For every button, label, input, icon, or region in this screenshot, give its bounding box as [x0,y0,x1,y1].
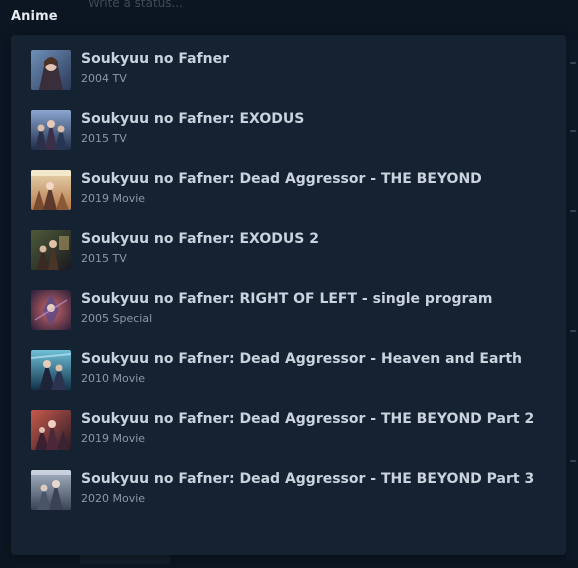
result-item[interactable]: Soukyuu no Fafner: RIGHT OF LEFT - singl… [31,290,566,350]
result-title: Soukyuu no Fafner: Dead Aggressor - THE … [81,171,482,187]
result-meta: 2019 Movie [81,192,146,205]
cover-art-thumbnail [31,470,71,510]
cover-art-thumbnail [31,410,71,450]
background-tick [570,210,576,212]
cover-art-thumbnail-image [31,290,71,330]
result-meta: 2005 Special [81,312,153,325]
cover-art-thumbnail-image [31,230,71,270]
result-meta: 2004 TV [81,72,127,85]
results-list: Soukyuu no Fafner 2004 TV Soukyuu no Faf… [31,50,566,530]
result-title: Soukyuu no Fafner: EXODUS 2 [81,231,319,247]
status-input-placeholder: Write a status... [88,0,183,10]
cover-art-thumbnail-image [31,350,71,390]
result-title: Soukyuu no Fafner: Dead Aggressor - THE … [81,471,535,487]
result-item[interactable]: Soukyuu no Fafner: Dead Aggressor - THE … [31,170,566,230]
result-item[interactable]: Soukyuu no Fafner: Dead Aggressor - THE … [31,470,566,530]
search-results-panel: Soukyuu no Fafner 2004 TV Soukyuu no Faf… [11,35,566,555]
cover-art-thumbnail-image [31,410,71,450]
result-meta: 2019 Movie [81,432,146,445]
background-tick [570,62,576,64]
background-tick [570,130,576,132]
cover-art-thumbnail [31,110,71,150]
result-item[interactable]: Soukyuu no Fafner: EXODUS 2015 TV [31,110,566,170]
search-overlay: Write a status... Anime Soukyuu no Fafne… [0,0,578,568]
result-title: Soukyuu no Fafner: Dead Aggressor - Heav… [81,351,522,367]
result-meta: 2015 TV [81,132,127,145]
result-meta: 2020 Movie [81,492,146,505]
result-item[interactable]: Soukyuu no Fafner 2004 TV [31,50,566,110]
result-title: Soukyuu no Fafner: EXODUS [81,111,305,127]
background-tick [570,330,576,332]
result-item[interactable]: Soukyuu no Fafner: EXODUS 2 2015 TV [31,230,566,290]
result-title: Soukyuu no Fafner: RIGHT OF LEFT - singl… [81,291,493,307]
background-tick [570,460,576,462]
result-title: Soukyuu no Fafner [81,51,230,67]
cover-art-thumbnail-image [31,170,71,210]
cover-art-thumbnail [31,50,71,90]
cover-art-thumbnail [31,170,71,210]
result-item[interactable]: Soukyuu no Fafner: Dead Aggressor - THE … [31,410,566,470]
cover-art-thumbnail [31,350,71,390]
section-heading-anime: Anime [11,9,58,24]
result-meta: 2015 TV [81,252,127,265]
result-title: Soukyuu no Fafner: Dead Aggressor - THE … [81,411,535,427]
cover-art-thumbnail-image [31,110,71,150]
result-meta: 2010 Movie [81,372,146,385]
background-feed-edge [566,40,578,560]
cover-art-thumbnail [31,290,71,330]
result-item[interactable]: Soukyuu no Fafner: Dead Aggressor - Heav… [31,350,566,410]
cover-art-thumbnail-image [31,470,71,510]
cover-art-thumbnail [31,230,71,270]
cover-art-thumbnail-image [31,50,71,90]
